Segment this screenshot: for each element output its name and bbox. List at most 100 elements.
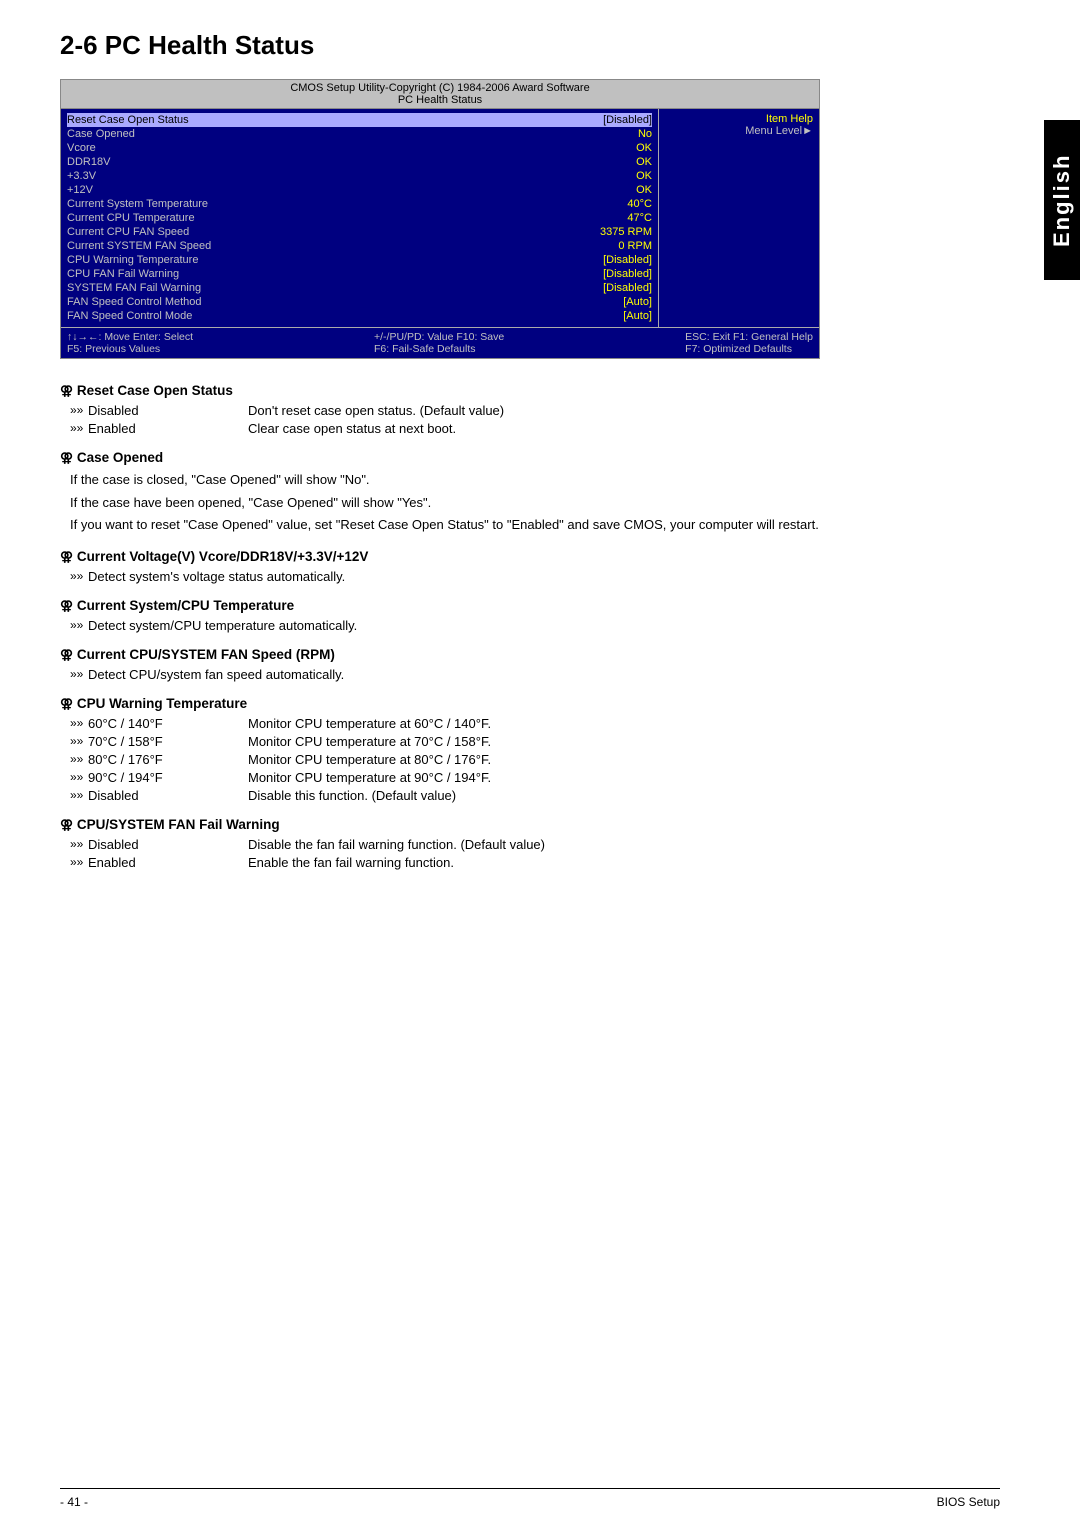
bios-footer-right: ESC: Exit F1: General Help F7: Optimized… [685,331,813,355]
section-body: »»DisabledDon't reset case open status. … [60,403,1000,436]
section-current-fan-speed: ⚢ Current CPU/SYSTEM FAN Speed (RPM) »»De… [60,647,1000,682]
bios-row: DDR18V OK [67,155,652,169]
bios-row-label: +12V [67,184,93,196]
section-title-icon: ⚢ [60,647,73,662]
section-title: ⚢ Current CPU/SYSTEM FAN Speed (RPM) [60,647,1000,663]
item-desc: Monitor CPU temperature at 80°C / 176°F. [248,752,1000,767]
item-row: »»Detect system/CPU temperature automati… [70,618,1000,633]
bios-row-label: +3.3V [67,170,96,182]
item-arrow: »» [70,837,88,852]
bios-row-value: [Disabled] [603,268,652,280]
bios-footer-right1: ESC: Exit F1: General Help [685,331,813,343]
bios-row-label: DDR18V [67,156,110,168]
sections-container: ⚢ Reset Case Open Status»»DisabledDon't … [60,383,1000,870]
bios-row-value: OK [636,184,652,196]
bios-row-value: 40°C [627,198,652,210]
bios-row-value: 47°C [627,212,652,224]
item-row: »»EnabledEnable the fan fail warning fun… [70,855,1000,870]
item-arrow: »» [70,667,88,682]
item-arrow: »» [70,855,88,870]
page-title: 2-6 PC Health Status [60,30,1000,61]
item-arrow: »» [70,403,88,418]
item-key: Disabled [88,837,248,852]
item-desc: Monitor CPU temperature at 60°C / 140°F. [248,716,1000,731]
bios-row-value: OK [636,156,652,168]
section-cpu-system-fan-fail: ⚢ CPU/SYSTEM FAN Fail Warning»»DisabledD… [60,817,1000,870]
item-row: »»90°C / 194°FMonitor CPU temperature at… [70,770,1000,785]
section-body: »»Detect CPU/system fan speed automatica… [60,667,1000,682]
english-tab: English [1044,120,1080,280]
item-row: »»Detect system's voltage status automat… [70,569,1000,584]
bios-row-value: [Auto] [623,296,652,308]
bios-row-value: [Disabled] [603,254,652,266]
item-help-title: Item Help [665,113,813,125]
bios-row: VcoreOK [67,141,652,155]
bios-box: CMOS Setup Utility-Copyright (C) 1984-20… [60,79,820,359]
section-reset-case-open-status: ⚢ Reset Case Open Status »»DisabledDon't … [60,383,1000,436]
bios-footer-mid: +/-/PU/PD: Value F10: Save F6: Fail-Safe… [374,331,504,355]
bios-main-col: Reset Case Open Status[Disabled]Case Ope… [61,109,659,327]
item-arrow: »» [70,752,88,767]
item-desc: Don't reset case open status. (Default v… [248,403,1000,418]
item-arrow: »» [70,770,88,785]
section-body: »»Detect system's voltage status automat… [60,569,1000,584]
bios-row-label: Reset Case Open Status [67,114,189,126]
bios-footer-mid2: F6: Fail-Safe Defaults [374,343,504,355]
bios-header: CMOS Setup Utility-Copyright (C) 1984-20… [61,80,819,109]
bios-row: FAN Speed Control Method[Auto] [67,295,652,309]
bios-row-value: [Disabled] [603,282,652,294]
bios-row-label: FAN Speed Control Mode [67,310,192,322]
bios-row: Current CPU FAN Speed3375 RPM [67,225,652,239]
item-key: 80°C / 176°F [88,752,248,767]
section-body: If the case is closed, "Case Opened" wil… [60,470,1000,535]
bios-row-value: 3375 RPM [600,226,652,238]
bios-footer-right2: F7: Optimized Defaults [685,343,813,355]
item-key: Enabled [88,421,248,436]
item-key: 60°C / 140°F [88,716,248,731]
bios-row-label: CPU Warning Temperature [67,254,198,266]
item-desc: Clear case open status at next boot. [248,421,1000,436]
bios-row-label: SYSTEM FAN Fail Warning [67,282,201,294]
section-current-system-cpu-temp: ⚢ Current System/CPU Temperature »»Detect… [60,598,1000,633]
bios-footer-left2: F5: Previous Values [67,343,193,355]
item-arrow: »» [70,421,88,436]
item-arrow: »» [70,569,88,584]
item-arrow: »» [70,618,88,633]
item-arrow: »» [70,716,88,731]
section-title: ⚢ Reset Case Open Status [60,383,1000,399]
footer-label: BIOS Setup [937,1495,1000,1509]
section-title-icon: ⚢ [60,817,73,832]
item-key: 70°C / 158°F [88,734,248,749]
bios-row: +3.3VOK [67,169,652,183]
section-body: »»60°C / 140°FMonitor CPU temperature at… [60,716,1000,803]
bios-footer-left1: ↑↓→←: Move Enter: Select [67,331,193,343]
item-row: »»EnabledClear case open status at next … [70,421,1000,436]
bios-row: SYSTEM FAN Fail Warning [Disabled] [67,281,652,295]
item-key: Disabled [88,788,248,803]
item-desc: Enable the fan fail warning function. [248,855,1000,870]
item-row: »»DisabledDon't reset case open status. … [70,403,1000,418]
bios-row-value: OK [636,142,652,154]
bios-row: +12V OK [67,183,652,197]
bios-section-title: PC Health Status [61,94,819,106]
section-title-icon: ⚢ [60,383,73,398]
section-title: ⚢ Current System/CPU Temperature [60,598,1000,614]
main-content: 2-6 PC Health Status CMOS Setup Utility-… [0,0,1080,914]
bios-row-label: Current CPU Temperature [67,212,195,224]
item-key: Enabled [88,855,248,870]
bios-row: Current SYSTEM FAN Speed0 RPM [67,239,652,253]
footer-page-number: - 41 - [60,1495,88,1509]
plain-text: If you want to reset "Case Opened" value… [70,515,1000,535]
item-desc: Disable this function. (Default value) [248,788,1000,803]
section-title-icon: ⚢ [60,696,73,711]
bios-row: FAN Speed Control Mode [Auto] [67,309,652,323]
section-title-icon: ⚢ [60,598,73,613]
item-key: Detect system/CPU temperature automatica… [88,618,357,633]
plain-text: If the case is closed, "Case Opened" wil… [70,470,1000,490]
section-cpu-warning-temp: ⚢ CPU Warning Temperature»»60°C / 140°FM… [60,696,1000,803]
section-current-voltage: ⚢ Current Voltage(V) Vcore/DDR18V/+3.3V/… [60,549,1000,584]
bios-body: Reset Case Open Status[Disabled]Case Ope… [61,109,819,327]
item-row: »»Detect CPU/system fan speed automatica… [70,667,1000,682]
item-help-menu: Menu Level► [665,125,813,137]
bios-row-value: [Auto] [623,310,652,322]
